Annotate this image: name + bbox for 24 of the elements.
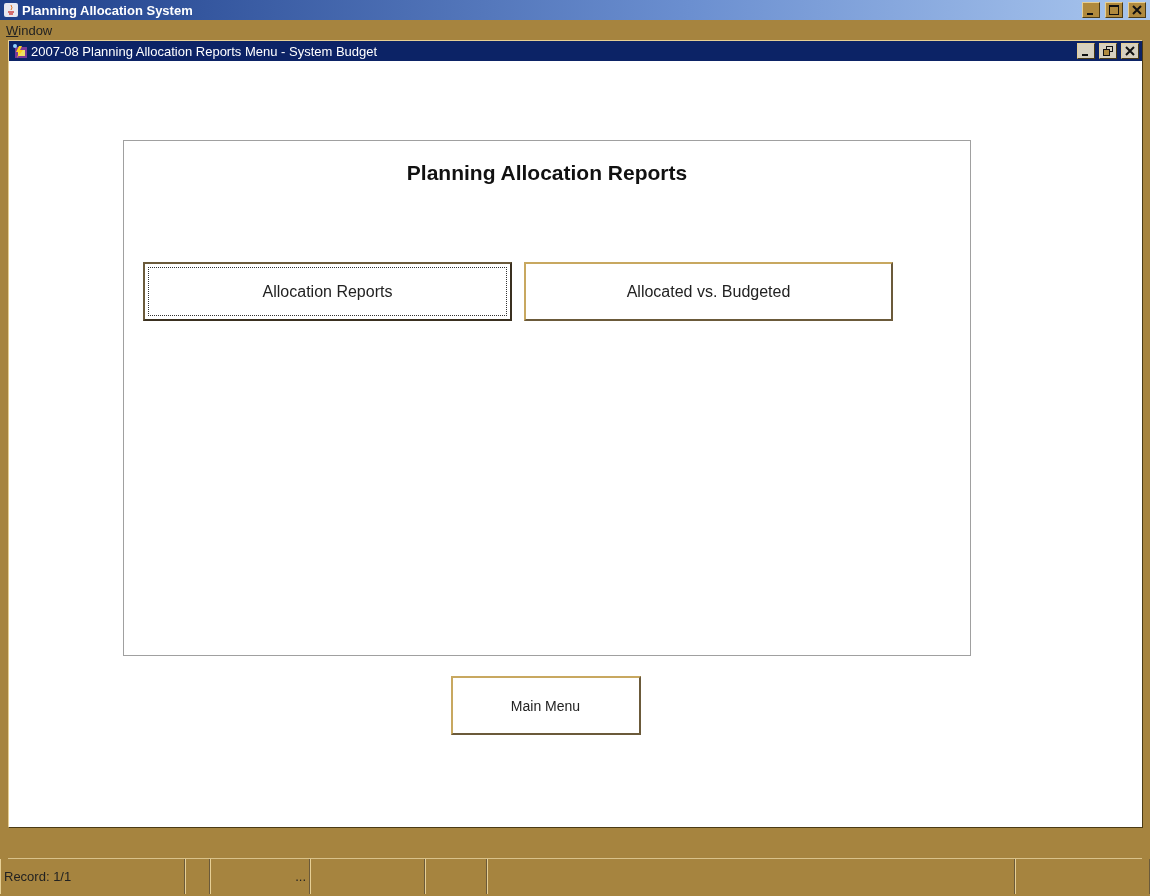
minimize-button[interactable] bbox=[1082, 2, 1100, 18]
report-icon bbox=[12, 43, 28, 59]
maximize-icon bbox=[1109, 5, 1119, 15]
report-button[interactable]: Allocation Reports bbox=[143, 262, 512, 321]
status-bar-cell bbox=[425, 859, 487, 894]
restore-button[interactable] bbox=[1099, 43, 1117, 59]
status-text: ... bbox=[295, 869, 306, 884]
minimize-icon bbox=[1081, 53, 1088, 56]
close-button[interactable] bbox=[1121, 43, 1139, 59]
window-title: Planning Allocation System bbox=[22, 2, 194, 18]
record-count: Record: 1/1 bbox=[4, 869, 72, 884]
app-icon bbox=[4, 3, 18, 17]
minimize-icon bbox=[1086, 12, 1093, 15]
minimize-button[interactable] bbox=[1077, 43, 1095, 59]
report-button[interactable]: Allocated vs. Budgeted bbox=[524, 262, 893, 321]
close-button[interactable] bbox=[1128, 2, 1146, 18]
menu-item[interactable]: Window bbox=[6, 22, 53, 38]
close-icon bbox=[1125, 46, 1135, 56]
main-menu-button[interactable]: Main Menu bbox=[450, 676, 641, 735]
panel-heading: Planning Allocation Reports bbox=[406, 161, 688, 185]
close-icon bbox=[1132, 5, 1142, 15]
maximize-button[interactable] bbox=[1105, 2, 1123, 18]
internal-window-title: 2007-08 Planning Allocation Reports Menu - System Budget bbox=[31, 43, 379, 59]
restore-icon bbox=[1103, 46, 1113, 56]
